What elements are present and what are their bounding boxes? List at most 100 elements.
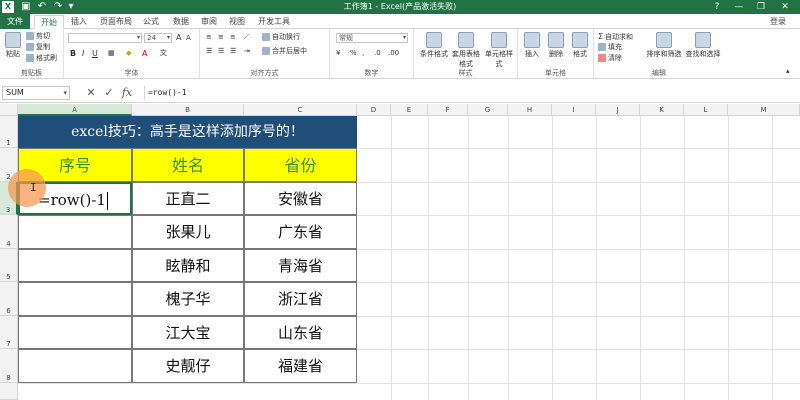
- align-top-icon[interactable]: ≡: [206, 33, 212, 42]
- shrink-font-icon[interactable]: A: [186, 34, 191, 43]
- decrease-decimal-icon[interactable]: .00: [388, 49, 399, 58]
- close-icon[interactable]: ✕: [774, 0, 796, 14]
- province-cell[interactable]: 安徽省: [244, 182, 357, 215]
- cancel-icon[interactable]: ✕: [84, 86, 98, 100]
- copy-button[interactable]: 复制: [26, 43, 50, 52]
- indent-icon[interactable]: ⇥: [244, 47, 250, 56]
- sort-filter-button[interactable]: 排序和筛选: [646, 32, 682, 59]
- index-cell[interactable]: [18, 249, 132, 282]
- currency-icon[interactable]: ¥: [336, 49, 340, 58]
- tab-developer[interactable]: 开发工具: [254, 15, 294, 29]
- column-header[interactable]: J: [596, 104, 640, 116]
- insert-function-icon[interactable]: fx: [120, 86, 134, 100]
- index-cell[interactable]: [18, 316, 132, 349]
- name-cell[interactable]: 史靓仔: [132, 349, 244, 383]
- column-header[interactable]: G: [468, 104, 508, 116]
- autosum-button[interactable]: Σ 自动求和: [598, 32, 633, 42]
- format-as-table-button[interactable]: 套用表格格式: [452, 32, 480, 69]
- column-header[interactable]: F: [428, 104, 468, 116]
- header-cell-province[interactable]: 省份: [244, 148, 357, 182]
- font-color-icon[interactable]: A: [142, 49, 147, 58]
- tab-home[interactable]: 开始: [34, 15, 64, 29]
- align-bottom-icon[interactable]: ≡: [230, 33, 236, 42]
- format-cells-button[interactable]: 格式: [570, 32, 590, 59]
- tab-insert[interactable]: 插入: [66, 15, 92, 29]
- province-cell[interactable]: 青海省: [244, 249, 357, 282]
- index-cell[interactable]: [18, 349, 132, 383]
- column-header[interactable]: I: [552, 104, 596, 116]
- align-left-icon[interactable]: ☰: [206, 47, 212, 56]
- comma-icon[interactable]: ,: [362, 49, 364, 58]
- conditional-format-button[interactable]: 条件格式: [418, 32, 450, 59]
- tab-view[interactable]: 视图: [224, 15, 250, 29]
- italic-icon[interactable]: I: [82, 49, 84, 58]
- number-format-select[interactable]: 常规: [336, 33, 408, 43]
- phonetic-icon[interactable]: 文: [160, 49, 167, 58]
- province-cell[interactable]: 广东省: [244, 215, 357, 249]
- save-icon[interactable]: ▣: [20, 1, 32, 13]
- name-box[interactable]: SUM: [2, 86, 70, 100]
- align-center-icon[interactable]: ☰: [218, 47, 224, 56]
- column-header[interactable]: E: [391, 104, 428, 116]
- column-header[interactable]: B: [132, 104, 244, 116]
- index-cell[interactable]: [18, 282, 132, 316]
- fill-color-icon[interactable]: ◆: [126, 49, 131, 58]
- border-icon[interactable]: ▦: [108, 49, 115, 58]
- orientation-icon[interactable]: ⟋: [244, 33, 249, 42]
- name-cell[interactable]: 槐子华: [132, 282, 244, 316]
- tab-data[interactable]: 数据: [168, 15, 194, 29]
- merge-center-button[interactable]: 合并后居中: [262, 47, 307, 56]
- column-header[interactable]: D: [357, 104, 391, 116]
- align-right-icon[interactable]: ☰: [230, 47, 236, 56]
- minimize-icon[interactable]: —: [728, 0, 750, 14]
- row-header[interactable]: 6: [0, 282, 18, 316]
- collapse-ribbon-icon[interactable]: ▴: [786, 67, 790, 76]
- login-link[interactable]: 登录: [770, 15, 786, 29]
- find-select-button[interactable]: 查找和选择: [684, 32, 722, 59]
- select-all-corner[interactable]: [0, 104, 18, 116]
- tab-file[interactable]: 文件: [0, 14, 30, 29]
- column-header[interactable]: L: [684, 104, 728, 116]
- font-name-select[interactable]: [68, 33, 142, 43]
- column-header[interactable]: A: [18, 104, 132, 116]
- name-cell[interactable]: 眩静和: [132, 249, 244, 282]
- row-header[interactable]: 1: [0, 116, 18, 148]
- redo-icon[interactable]: ↷: [52, 1, 64, 13]
- row-header[interactable]: 5: [0, 249, 18, 282]
- format-painter-button[interactable]: 格式刷: [26, 54, 57, 63]
- cell-styles-button[interactable]: 单元格样式: [482, 32, 516, 69]
- delete-cells-button[interactable]: 删除: [546, 32, 566, 59]
- row-header[interactable]: 4: [0, 215, 18, 249]
- wrap-text-button[interactable]: 自动换行: [262, 33, 300, 42]
- help-icon[interactable]: ?: [706, 0, 728, 14]
- customize-qa-icon[interactable]: ▾: [66, 1, 76, 13]
- province-cell[interactable]: 山东省: [244, 316, 357, 349]
- formula-input[interactable]: =row()-1: [144, 86, 798, 100]
- increase-decimal-icon[interactable]: .0: [374, 49, 381, 58]
- province-cell[interactable]: 福建省: [244, 349, 357, 383]
- province-cell[interactable]: 浙江省: [244, 282, 357, 316]
- column-header[interactable]: K: [640, 104, 684, 116]
- index-cell[interactable]: [18, 215, 132, 249]
- tab-page-layout[interactable]: 页面布局: [96, 15, 136, 29]
- align-middle-icon[interactable]: ≡: [218, 33, 224, 42]
- column-header[interactable]: M: [728, 104, 800, 116]
- name-cell[interactable]: 正直二: [132, 182, 244, 215]
- fill-button[interactable]: 填充: [598, 43, 622, 52]
- font-size-select[interactable]: 24: [144, 33, 172, 43]
- row-header[interactable]: 7: [0, 316, 18, 349]
- tab-formulas[interactable]: 公式: [138, 15, 164, 29]
- paste-button[interactable]: 粘贴: [3, 32, 23, 59]
- percent-icon[interactable]: %: [350, 49, 357, 58]
- underline-icon[interactable]: U: [92, 49, 98, 58]
- maximize-icon[interactable]: ❐: [750, 0, 772, 14]
- name-cell[interactable]: 张果儿: [132, 215, 244, 249]
- grow-font-icon[interactable]: A: [176, 33, 181, 42]
- header-cell-name[interactable]: 姓名: [132, 148, 244, 182]
- column-header[interactable]: C: [244, 104, 357, 116]
- insert-cells-button[interactable]: 插入: [522, 32, 542, 59]
- enter-icon[interactable]: ✓: [102, 86, 116, 100]
- row-header[interactable]: 8: [0, 349, 18, 383]
- column-header[interactable]: H: [508, 104, 552, 116]
- cut-button[interactable]: 剪切: [26, 32, 50, 41]
